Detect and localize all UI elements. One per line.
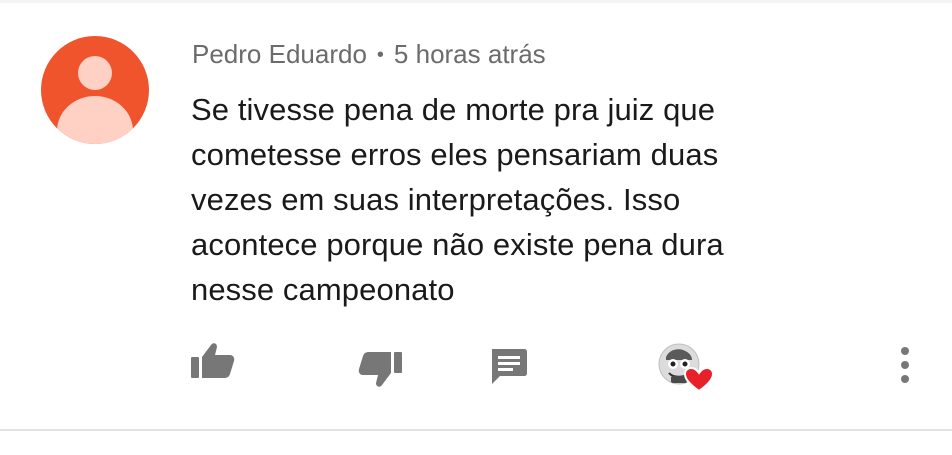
divider	[0, 429, 952, 431]
comment-header: Pedro Eduardo • 5 horas atrás	[192, 38, 546, 73]
comment-text-line: Se tivesse pena de morte pra juiz que	[191, 92, 716, 127]
avatar-body	[57, 96, 133, 144]
comment-text-line: acontece porque não existe pena dura	[191, 227, 724, 262]
avatar[interactable]	[41, 36, 149, 144]
author-name[interactable]: Pedro Eduardo	[192, 39, 367, 69]
avatar-head	[78, 56, 112, 90]
comment-text-line: nesse campeonato	[191, 272, 455, 307]
comment-item: Pedro Eduardo • 5 horas atrás Se tivesse p…	[0, 0, 952, 430]
more-vert-icon[interactable]	[893, 344, 917, 386]
creator-heart-icon	[658, 343, 715, 393]
timestamp[interactable]: 5 horas atrás	[394, 39, 546, 69]
comment-text-line: vezes em suas interpretações. Isso	[191, 182, 681, 217]
thumb-up-icon[interactable]	[190, 340, 236, 380]
separator-dot: •	[376, 44, 384, 66]
comment-text: Se tivesse pena de morte pra juiz que co…	[191, 87, 891, 312]
comment-icon[interactable]	[488, 346, 528, 386]
comment-text-line: cometesse erros eles pensariam duas	[191, 137, 719, 172]
thumb-down-icon[interactable]	[357, 350, 403, 390]
